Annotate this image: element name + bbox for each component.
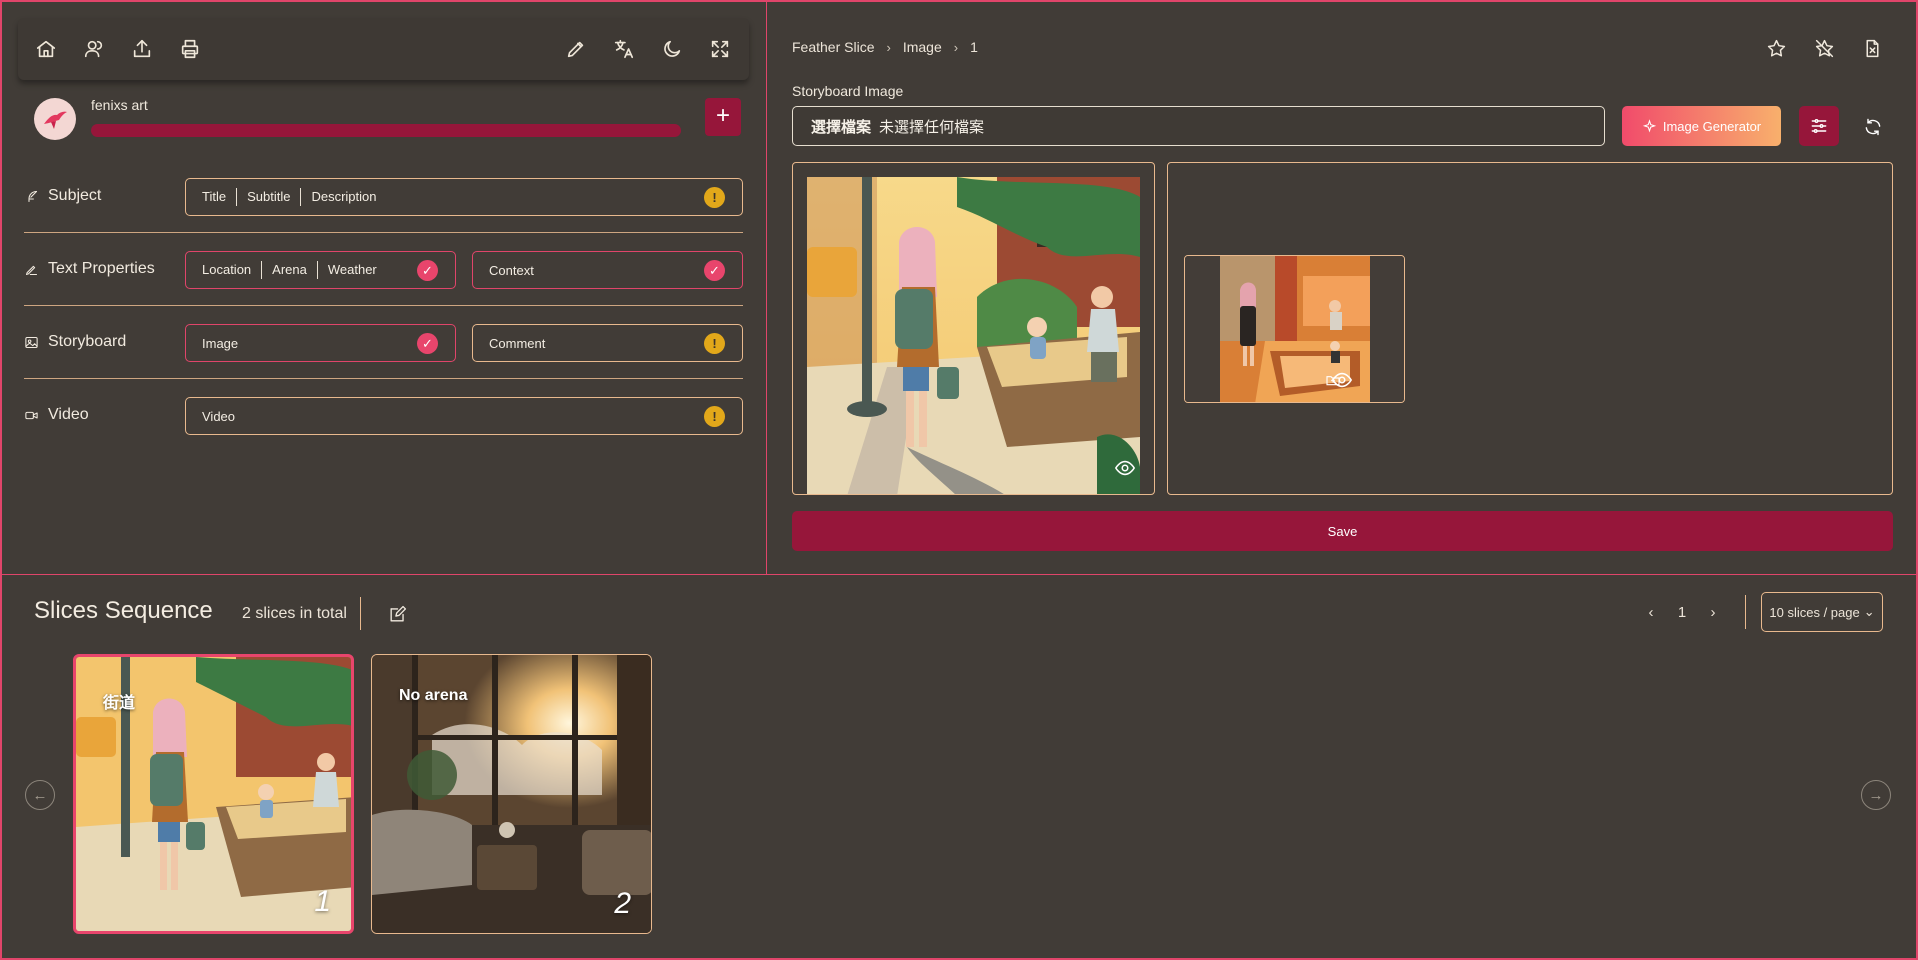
- chevron-right-icon: ›: [953, 39, 959, 55]
- eye-icon[interactable]: [1113, 456, 1137, 480]
- star-icon[interactable]: [1764, 36, 1788, 60]
- part-arena: Arena: [261, 261, 317, 279]
- chevron-right-icon: ›: [886, 39, 891, 55]
- settings-sliders-button[interactable]: [1799, 106, 1839, 146]
- part-location: Location: [202, 262, 252, 277]
- folder-upload-icon[interactable]: [1322, 369, 1344, 391]
- image-field[interactable]: Image ✓: [185, 324, 456, 362]
- subject-field[interactable]: Title Subtitle Description !: [185, 178, 743, 216]
- scroll-left-arrow-icon[interactable]: ←: [25, 780, 55, 810]
- slice-number: 2: [614, 887, 631, 920]
- warning-icon: !: [704, 187, 725, 208]
- comment-field[interactable]: Comment !: [472, 324, 743, 362]
- moon-icon[interactable]: [658, 35, 686, 63]
- phoenix-logo-icon: [44, 111, 67, 129]
- home-icon[interactable]: [32, 35, 60, 63]
- panel-divider-horizontal: [0, 574, 1918, 575]
- pen-icon: [25, 265, 38, 275]
- image-generator-button[interactable]: Image Generator: [1622, 106, 1781, 146]
- sandbox-scene-image: [1185, 256, 1404, 402]
- storyboard-label: Storyboard: [24, 333, 126, 351]
- user-progress-bar: [91, 124, 681, 137]
- text-properties-section: Text Properties Location Arena Weather ✓…: [24, 233, 743, 306]
- file-input[interactable]: 選擇檔案 未選擇任何檔案: [792, 106, 1605, 146]
- subject-label: Subject: [24, 187, 101, 205]
- no-file-text: 未選擇任何檔案: [879, 118, 985, 136]
- upload-icon[interactable]: [128, 35, 156, 63]
- warning-icon: !: [704, 333, 725, 354]
- panel-divider-vertical: [766, 0, 767, 574]
- check-icon: ✓: [417, 260, 438, 281]
- video-label: Video: [24, 406, 89, 424]
- slices-sequence-title: Slices Sequence: [34, 597, 213, 624]
- subject-part-subtitle: Subtitle: [236, 188, 300, 206]
- image-field-label: Image: [202, 335, 239, 351]
- per-page-select[interactable]: 10 slices / page ⌄: [1761, 592, 1883, 632]
- part-weather: Weather: [316, 261, 387, 279]
- choose-file-button[interactable]: 選擇檔案: [811, 116, 871, 137]
- chevron-down-icon: ⌄: [1863, 604, 1875, 619]
- slice-label: 街道: [103, 695, 136, 712]
- sparkle-icon: [1642, 118, 1657, 133]
- text-properties-label: Text Properties: [24, 260, 155, 278]
- printer-icon[interactable]: [176, 35, 204, 63]
- user-name: fenixs art: [91, 97, 148, 113]
- prev-page-button[interactable]: ‹: [1640, 600, 1662, 624]
- pager-divider: [1745, 595, 1746, 629]
- refresh-icon[interactable]: [1860, 114, 1886, 140]
- slice-number: 1: [314, 885, 331, 918]
- feather-icon: [28, 190, 38, 202]
- next-page-button[interactable]: ›: [1702, 600, 1724, 624]
- breadcrumb: Feather Slice › Image › 1: [792, 39, 978, 55]
- fullscreen-icon[interactable]: [706, 35, 734, 63]
- location-arena-weather-field[interactable]: Location Arena Weather ✓: [185, 251, 456, 289]
- generated-image-thumbnail[interactable]: [1184, 255, 1405, 403]
- image-icon: [25, 336, 38, 348]
- breadcrumb-item-image[interactable]: Image: [903, 39, 942, 55]
- translate-icon[interactable]: [610, 35, 638, 63]
- slice-label: No arena: [399, 687, 468, 704]
- video-field[interactable]: Video !: [185, 397, 743, 435]
- subject-part-title: Title: [202, 189, 227, 204]
- subject-part-description: Description: [300, 188, 386, 206]
- slices-count: 2 slices in total: [242, 605, 347, 622]
- avatar[interactable]: [34, 98, 76, 140]
- pencil-icon[interactable]: [562, 35, 590, 63]
- current-page[interactable]: 1: [1671, 600, 1693, 624]
- user-row: fenixs art +: [34, 96, 741, 146]
- sliders-icon: [1811, 119, 1827, 133]
- warning-icon: !: [704, 406, 725, 427]
- breadcrumb-item-current: 1: [970, 39, 978, 55]
- add-button[interactable]: +: [705, 98, 741, 136]
- file-x-icon[interactable]: [1860, 36, 1884, 60]
- slice-card-1[interactable]: 街道 1: [73, 654, 354, 934]
- storyboard-section: Storyboard Image ✓ Comment !: [24, 306, 743, 379]
- video-camera-icon: [25, 411, 38, 419]
- context-field[interactable]: Context ✓: [472, 251, 743, 289]
- subject-section: Subject Title Subtitle Description !: [24, 160, 743, 233]
- check-icon: ✓: [417, 333, 438, 354]
- edit-sequence-icon[interactable]: [385, 602, 409, 626]
- slice-card-2[interactable]: No arena 2: [371, 654, 652, 934]
- scroll-right-arrow-icon[interactable]: →: [1861, 780, 1891, 810]
- video-field-label: Video: [202, 408, 236, 424]
- star-off-icon[interactable]: [1812, 36, 1836, 60]
- breadcrumb-item-feather-slice[interactable]: Feather Slice: [792, 39, 874, 55]
- comment-field-label: Comment: [489, 335, 546, 351]
- street-scene-image[interactable]: [807, 177, 1140, 495]
- generated-images-panel: [1167, 162, 1893, 495]
- save-button[interactable]: Save: [792, 511, 1893, 551]
- video-section: Video Video !: [24, 379, 743, 452]
- context-label: Context: [489, 262, 534, 278]
- main-toolbar: [18, 18, 749, 80]
- storyboard-image-label: Storyboard Image: [792, 83, 904, 99]
- sequence-divider: [360, 597, 361, 630]
- main-image-preview: [792, 162, 1155, 495]
- users-icon[interactable]: [80, 35, 108, 63]
- per-page-value: 10 slices / page: [1769, 604, 1860, 620]
- check-icon: ✓: [704, 260, 725, 281]
